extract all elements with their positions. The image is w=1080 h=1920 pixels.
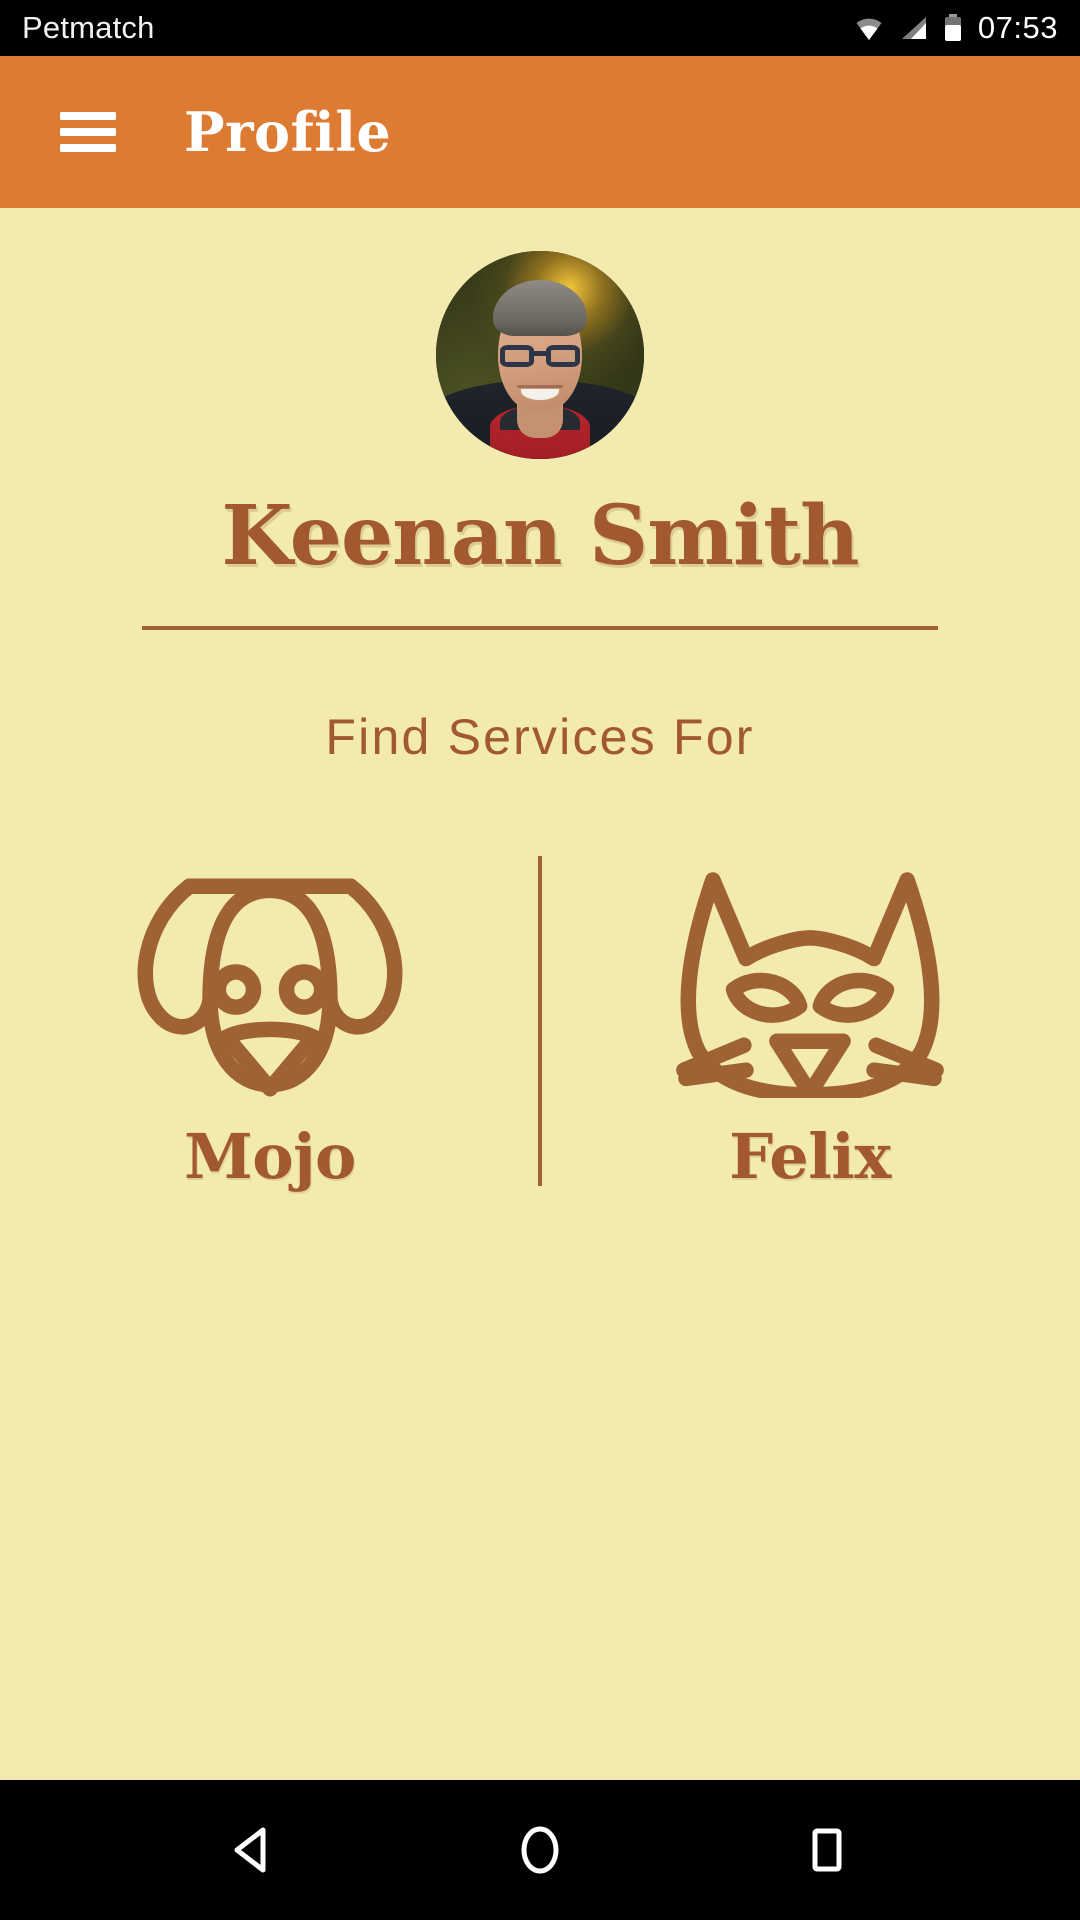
hamburger-menu-icon[interactable]	[60, 112, 116, 152]
status-icons-group: 07:53	[854, 10, 1058, 46]
profile-content: Keenan Smith Find Services For Mojo Feli…	[0, 208, 1080, 1780]
recents-square-icon[interactable]	[777, 1800, 877, 1900]
battery-icon	[944, 14, 962, 42]
android-nav-bar	[0, 1780, 1080, 1920]
hamburger-bar-1	[60, 112, 116, 120]
avatar-mouth-line	[517, 385, 563, 389]
section-title: Find Services For	[325, 709, 755, 765]
pet-vertical-divider	[538, 856, 542, 1186]
pet-option-cat[interactable]: Felix	[540, 848, 1080, 1193]
pet-option-dog[interactable]: Mojo	[0, 848, 540, 1193]
profile-name: Keenan Smith	[221, 488, 859, 584]
cell-signal-icon	[900, 15, 928, 41]
avatar-glasses	[500, 344, 580, 368]
back-triangle-icon[interactable]	[203, 1800, 303, 1900]
avatar-lens-left	[500, 344, 535, 368]
cat-face-icon	[655, 848, 965, 1098]
dog-face-icon	[115, 848, 425, 1098]
pet-name-dog: Mojo	[184, 1120, 356, 1193]
app-bar: Profile	[0, 56, 1080, 208]
wifi-icon	[854, 15, 884, 41]
hamburger-bar-2	[60, 128, 116, 136]
phone-screen: Petmatch 07:53 Profile Keenan Smith Find…	[0, 0, 1080, 1920]
profile-divider	[142, 626, 938, 630]
pet-selector: Mojo Felix	[0, 848, 1080, 1193]
page-title: Profile	[184, 100, 392, 164]
status-app-name: Petmatch	[22, 10, 155, 45]
status-clock: 07:53	[977, 10, 1058, 45]
avatar-lens-right	[545, 344, 580, 368]
avatar-glasses-bridge	[534, 350, 546, 356]
pet-name-cat: Felix	[729, 1120, 891, 1193]
status-bar: Petmatch 07:53	[0, 0, 1080, 56]
avatar[interactable]	[436, 251, 644, 459]
hamburger-bar-3	[60, 144, 116, 152]
home-circle-icon[interactable]	[490, 1800, 590, 1900]
